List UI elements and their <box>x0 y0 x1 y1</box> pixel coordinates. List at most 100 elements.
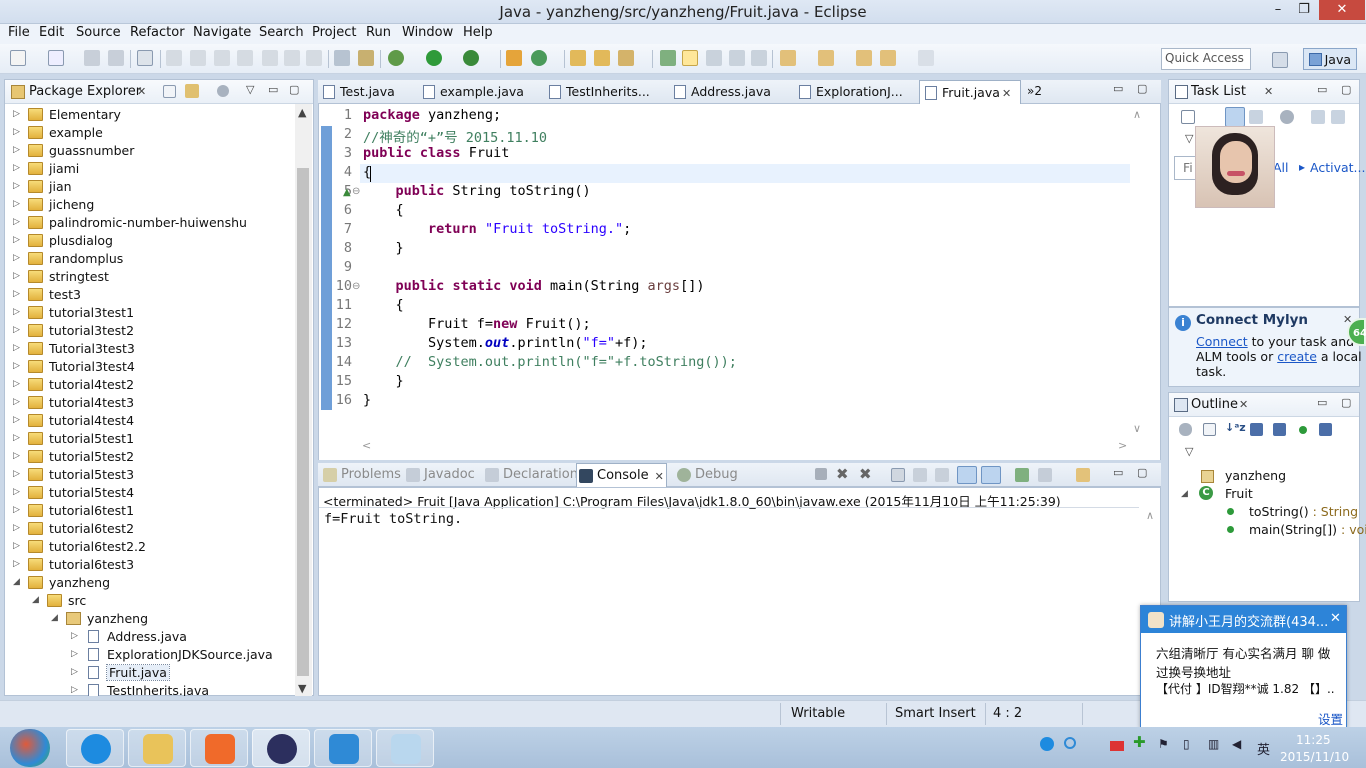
console-view[interactable]: <terminated> Fruit [Java Application] C:… <box>318 487 1161 696</box>
close-view-icon[interactable]: ✕ <box>1264 85 1273 98</box>
collapsed-icon[interactable]: ▷ <box>13 343 20 353</box>
link-with-editor-icon[interactable] <box>185 84 199 98</box>
all-link[interactable]: All <box>1273 160 1289 175</box>
code-line[interactable]: //神奇的“+”号 2015.11.10 <box>363 126 547 146</box>
scroll-down-icon[interactable]: ∨ <box>1133 422 1141 435</box>
tree-item[interactable]: ▷ tutorial4test4 <box>0 412 296 430</box>
external-tools-icon[interactable] <box>463 50 479 66</box>
collapsed-icon[interactable]: ▷ <box>13 289 20 299</box>
forward-icon[interactable] <box>918 50 934 66</box>
tree-item[interactable]: ▷ palindromic-number-huiwenshu <box>0 214 296 232</box>
connect-link[interactable]: Connect <box>1196 334 1248 349</box>
clear-console-icon[interactable] <box>891 468 905 482</box>
tree-item[interactable]: ▷ tutorial5test1 <box>0 430 296 448</box>
new-class-icon[interactable] <box>531 50 547 66</box>
expanded-icon[interactable]: ◢ <box>13 577 20 587</box>
collapsed-icon[interactable]: ▷ <box>13 379 20 389</box>
collapsed-icon[interactable]: ▷ <box>13 163 20 173</box>
tree-item[interactable]: ▷ tutorial6test2.2 <box>0 538 296 556</box>
collapsed-icon[interactable]: ▷ <box>13 181 20 191</box>
collapsed-icon[interactable]: ▷ <box>13 397 20 407</box>
editor-hscrollbar[interactable]: < > <box>362 439 1130 453</box>
close-tab-icon[interactable]: ✕ <box>655 470 664 483</box>
settings-link[interactable]: 设置 <box>1318 709 1343 728</box>
minimize-view-icon[interactable]: ▭ <box>1317 83 1327 96</box>
collapsed-icon[interactable]: ▷ <box>71 685 78 695</box>
suspend-icon[interactable] <box>190 50 206 66</box>
tree-item[interactable]: ▷ tutorial6test3 <box>0 556 296 574</box>
minimize-view-icon[interactable]: ▭ <box>1113 466 1123 479</box>
package-explorer-scrollbar[interactable]: ▲ ▼ <box>295 104 312 696</box>
close-tab-icon[interactable]: ✕ <box>1002 87 1011 100</box>
word-wrap-icon[interactable] <box>935 468 949 482</box>
hide-local-types-icon[interactable] <box>1319 423 1332 436</box>
print-icon[interactable] <box>137 50 153 66</box>
menu-project[interactable]: Project <box>312 25 356 40</box>
tree-item[interactable]: ▷ Elementary <box>0 106 296 124</box>
remove-all-icon[interactable]: ✖ <box>859 465 872 483</box>
close-view-icon[interactable]: ✕ <box>1239 398 1248 411</box>
terminate-icon[interactable] <box>214 50 230 66</box>
collapsed-icon[interactable]: ▷ <box>13 307 20 317</box>
scroll-down-icon[interactable]: ▼ <box>298 682 306 695</box>
tree-item[interactable]: ▷ tutorial3test1 <box>0 304 296 322</box>
collapsed-icon[interactable]: ▷ <box>13 415 20 425</box>
collapsed-icon[interactable]: ▷ <box>13 361 20 371</box>
phone-icon[interactable]: ▯ <box>1183 737 1197 753</box>
tree-item[interactable]: ▷ Address.java <box>0 628 296 646</box>
last-edit-icon[interactable] <box>856 50 872 66</box>
show-whitespace-icon[interactable] <box>729 50 745 66</box>
menu-file[interactable]: File <box>8 25 30 40</box>
code-line[interactable]: } <box>363 392 371 408</box>
chevron-down-icon[interactable]: ▽ <box>1185 445 1193 458</box>
save-icon[interactable] <box>84 50 100 66</box>
editor-vscrollbar[interactable]: ∧ ∨ <box>1131 106 1146 438</box>
tree-item[interactable]: ▷ tutorial5test2 <box>0 448 296 466</box>
collapsed-icon[interactable]: ▷ <box>13 451 20 461</box>
outline-class[interactable]: Fruit <box>1225 486 1253 501</box>
collapsed-icon[interactable]: ▷ <box>13 433 20 443</box>
hide-fields-icon[interactable] <box>1250 423 1263 436</box>
create-link[interactable]: create <box>1277 349 1317 364</box>
search-icon[interactable] <box>618 50 634 66</box>
minimize-editor-icon[interactable]: ▭ <box>1113 82 1123 95</box>
tab-example-java[interactable]: example.java <box>418 80 543 104</box>
new-icon[interactable] <box>10 50 26 66</box>
use-step-filters-icon[interactable] <box>334 50 350 66</box>
collapsed-icon[interactable]: ▷ <box>13 487 20 497</box>
view-menu-icon[interactable] <box>217 85 229 97</box>
back-icon[interactable] <box>880 50 896 66</box>
tab-debug[interactable]: Debug <box>675 467 738 482</box>
tray-icon[interactable] <box>1064 737 1076 749</box>
next-annotation-icon[interactable] <box>780 50 796 66</box>
tree-item[interactable]: ▷ Tutorial3test3 <box>0 340 296 358</box>
scroll-up-icon[interactable]: ▲ <box>298 106 306 119</box>
collapsed-icon[interactable]: ▷ <box>13 559 20 569</box>
tab-problems[interactable]: Problems <box>321 467 401 482</box>
minimize-button[interactable]: – <box>1264 0 1292 20</box>
tab-console[interactable]: Console ✕ <box>576 463 667 488</box>
activate-icon[interactable]: ▸ <box>1299 160 1305 174</box>
tree-item[interactable]: ▷ jiami <box>0 160 296 178</box>
tree-item[interactable]: ▷ ExplorationJDKSource.java <box>0 646 296 664</box>
collapsed-icon[interactable]: ▷ <box>13 253 20 263</box>
menu-window[interactable]: Window <box>402 25 453 40</box>
maximize-view-icon[interactable]: ▢ <box>1137 466 1147 479</box>
chevron-down-icon[interactable]: ▽ <box>1185 132 1193 145</box>
step-into-icon[interactable] <box>262 50 278 66</box>
tree-item[interactable]: ▷ tutorial4test2 <box>0 376 296 394</box>
collapse-all-icon[interactable] <box>163 85 176 98</box>
collapsed-icon[interactable]: ▷ <box>13 127 20 137</box>
tab-javadoc[interactable]: Javadoc <box>404 467 475 482</box>
step-over-icon[interactable] <box>284 50 300 66</box>
menu-run[interactable]: Run <box>366 25 391 40</box>
network-icon[interactable]: ▥ <box>1208 737 1222 753</box>
tree-item[interactable]: ▷ tutorial4test3 <box>0 394 296 412</box>
open-perspective-icon[interactable] <box>1272 52 1288 68</box>
tree-item[interactable]: ▷ plusdialog <box>0 232 296 250</box>
code-line[interactable]: System.out.println("f="+f); <box>363 335 647 351</box>
maximize-editor-icon[interactable]: ▢ <box>1137 82 1147 95</box>
hide-nonpublic-icon[interactable] <box>1299 426 1307 434</box>
collapsed-icon[interactable]: ▷ <box>13 523 20 533</box>
tree-item[interactable]: ◢ src <box>0 592 296 610</box>
